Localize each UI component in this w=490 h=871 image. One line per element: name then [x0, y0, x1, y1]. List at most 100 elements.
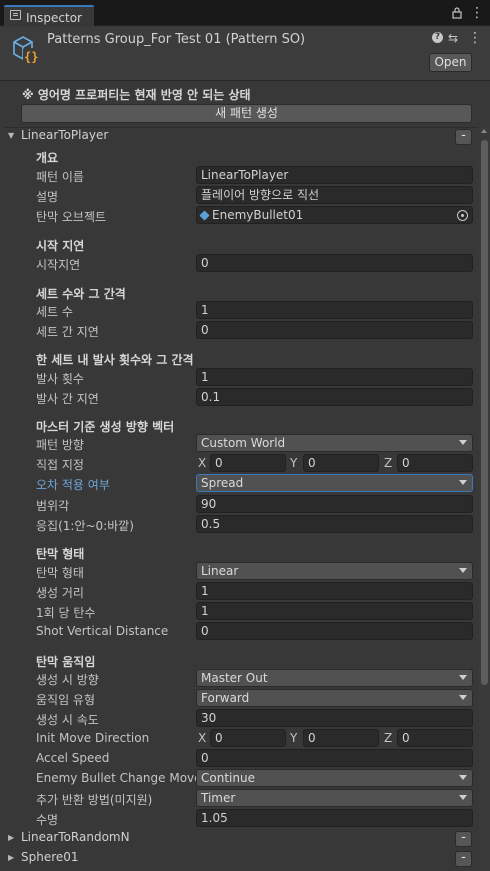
fire-count-field[interactable]: 1	[196, 368, 473, 386]
dropdown-arrow-icon	[459, 568, 467, 573]
pattern-name-field[interactable]: LinearToPlayer	[196, 166, 473, 184]
bullet-object-value: EnemyBullet01	[212, 208, 304, 222]
inspector-icon	[10, 10, 21, 20]
change-move-value: Continue	[201, 771, 255, 785]
init-z-label: Z	[384, 731, 393, 745]
dropdown-arrow-icon	[459, 795, 467, 800]
init-z-field[interactable]: 0	[397, 729, 473, 747]
section-sets: 세트 수와 그 간격	[36, 287, 126, 301]
extra-return-value: Timer	[201, 791, 236, 805]
start-delay-label: 시작지연	[36, 258, 81, 272]
description-field[interactable]: 플레이어 방향으로 직선	[196, 186, 473, 204]
direct-x-field[interactable]: 0	[210, 454, 286, 472]
prefab-icon	[199, 210, 210, 221]
set-count-label: 세트 수	[36, 305, 73, 319]
fire-delay-label: 발사 간 지연	[36, 392, 99, 406]
change-move-dropdown[interactable]: Continue	[196, 769, 473, 787]
direct-y-label: Y	[290, 456, 298, 470]
object-picker-icon[interactable]	[457, 210, 468, 221]
pattern-foldout-linear-to-random-n[interactable]: LinearToRandomN	[21, 830, 130, 844]
shot-vertical-distance-field[interactable]: 0	[196, 622, 473, 640]
move-type-label: 움직임 유형	[36, 693, 96, 707]
remove-pattern-button[interactable]: -	[455, 831, 472, 847]
notice-text: ※ 영어명 프로퍼티는 현재 반영 안 되는 상태	[22, 88, 251, 102]
accel-speed-label: Accel Speed	[36, 751, 110, 765]
pattern-direction-label: 패턴 방향	[36, 438, 84, 452]
foldout-collapsed-icon[interactable]: ▶	[8, 853, 14, 862]
dropdown-arrow-icon	[459, 775, 467, 780]
spawn-speed-field[interactable]: 30	[196, 709, 473, 727]
extra-return-label: 추가 반환 방법(미지원)	[36, 793, 153, 807]
remove-pattern-button[interactable]: -	[455, 851, 472, 867]
bullet-shape-dropdown[interactable]: Linear	[196, 562, 473, 580]
shot-vertical-distance-label: Shot Vertical Distance	[36, 624, 169, 638]
direct-y-field[interactable]: 0	[303, 454, 379, 472]
preset-icon[interactable]: ⇆	[448, 31, 458, 45]
section-bullet-movement: 탄막 움직임	[36, 655, 96, 669]
description-label: 설명	[36, 190, 59, 204]
direct-z-field[interactable]: 0	[397, 454, 473, 472]
cohesion-label: 응집(1:안~0:바깥)	[36, 519, 134, 533]
dropdown-arrow-icon	[459, 480, 467, 485]
set-count-field[interactable]: 1	[196, 301, 473, 319]
direct-vector-label: 직접 지정	[36, 458, 84, 472]
scroll-up-arrow-icon[interactable]	[481, 129, 487, 133]
range-angle-label: 범위각	[36, 499, 70, 513]
change-move-label: Enemy Bullet Change Move	[36, 771, 202, 785]
error-apply-label: 오차 적용 여부	[36, 478, 110, 492]
init-move-direction-label: Init Move Direction	[36, 731, 150, 745]
init-y-field[interactable]: 0	[303, 729, 379, 747]
set-delay-field[interactable]: 0	[196, 321, 473, 339]
init-y-label: Y	[290, 731, 298, 745]
init-x-label: X	[198, 731, 207, 745]
section-fire: 한 세트 내 발사 횟수와 그 간격	[36, 353, 194, 367]
fire-delay-field[interactable]: 0.1	[196, 388, 473, 406]
error-apply-dropdown[interactable]: Spread	[196, 474, 473, 492]
new-pattern-button[interactable]: 새 패턴 생성	[21, 104, 472, 123]
pattern-direction-value: Custom World	[201, 436, 286, 450]
dropdown-arrow-icon	[459, 440, 467, 445]
lock-icon[interactable]	[452, 7, 462, 22]
help-icon[interactable]: ?	[432, 32, 443, 43]
move-type-value: Forward	[201, 691, 250, 705]
accel-speed-field[interactable]: 0	[196, 749, 473, 767]
open-button[interactable]: Open	[429, 53, 472, 72]
section-direction: 마스터 기준 생성 방향 벡터	[36, 420, 175, 434]
bullets-per-shot-label: 1회 당 탄수	[36, 606, 96, 620]
cohesion-field[interactable]: 0.5	[196, 515, 473, 533]
move-type-dropdown[interactable]: Forward	[196, 689, 473, 707]
bullet-object-field[interactable]: EnemyBullet01	[196, 206, 473, 224]
lifetime-label: 수명	[36, 813, 59, 827]
pattern-foldout-linear-to-player[interactable]: LinearToPlayer	[21, 128, 108, 142]
section-bullet-shape: 탄막 형태	[36, 547, 85, 561]
foldout-collapsed-icon[interactable]: ▶	[8, 833, 14, 842]
section-overview: 개요	[36, 151, 59, 165]
dropdown-arrow-icon	[459, 675, 467, 680]
spawn-direction-dropdown[interactable]: Master Out	[196, 669, 473, 687]
direct-z-label: Z	[384, 456, 393, 470]
pattern-name-label: 패턴 이름	[36, 170, 84, 184]
section-start-delay: 시작 지연	[36, 239, 85, 253]
bullet-shape-value: Linear	[201, 564, 239, 578]
bullet-shape-label: 탄막 형태	[36, 566, 84, 580]
pattern-direction-dropdown[interactable]: Custom World	[196, 434, 473, 452]
remove-pattern-button[interactable]: -	[455, 129, 472, 145]
scrollbar-thumb[interactable]	[481, 140, 488, 685]
bullets-per-shot-field[interactable]: 1	[196, 602, 473, 620]
svg-text:{}: {}	[24, 50, 38, 64]
pattern-foldout-sphere01[interactable]: Sphere01	[21, 850, 79, 864]
tab-menu-icon[interactable]: ⋮	[470, 5, 484, 21]
init-x-field[interactable]: 0	[210, 729, 286, 747]
extra-return-dropdown[interactable]: Timer	[196, 789, 473, 807]
context-menu-icon[interactable]: ⋮	[468, 30, 482, 46]
range-angle-field[interactable]: 90	[196, 495, 473, 513]
foldout-expanded-icon[interactable]: ▼	[8, 131, 14, 140]
spawn-distance-field[interactable]: 1	[196, 582, 473, 600]
direct-x-label: X	[198, 456, 207, 470]
start-delay-field[interactable]: 0	[196, 254, 473, 272]
spawn-direction-value: Master Out	[201, 671, 268, 685]
bullet-object-label: 탄막 오브젝트	[36, 210, 107, 224]
spawn-distance-label: 생성 거리	[36, 586, 84, 600]
spawn-direction-label: 생성 시 방향	[36, 673, 99, 687]
lifetime-field[interactable]: 1.05	[196, 809, 473, 827]
